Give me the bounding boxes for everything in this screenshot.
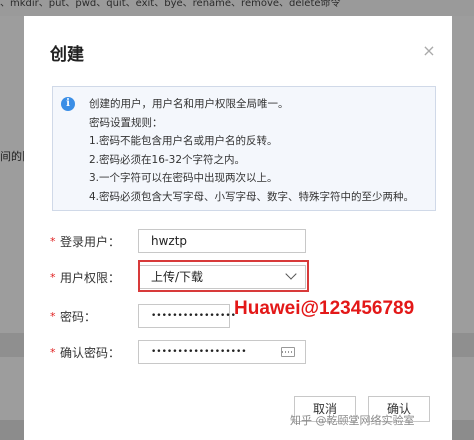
password-label: 密码： — [60, 310, 97, 324]
confirm-password-value: •••••••••••••••••• — [151, 347, 247, 357]
permission-highlight-box — [138, 260, 309, 292]
background-command-text: 、mkdir、put、pwd、quit、exit、bye、rename、remo… — [0, 0, 474, 16]
info-line: 创建的用户，用户名和用户权限全局唯一。 — [89, 98, 289, 110]
username-value: hwztp — [151, 234, 188, 248]
username-label: 登录用户： — [60, 235, 121, 249]
confirm-password-label: 确认密码： — [60, 346, 121, 360]
close-icon[interactable]: × — [422, 43, 436, 59]
dialog-title: 创建 — [50, 45, 84, 65]
background-left-panel — [0, 16, 24, 440]
info-icon: i — [61, 97, 75, 111]
confirm-password-input[interactable]: •••••••••••••••••• — [138, 340, 306, 364]
confirm-password-row: * 确认密码： •••••••••••••••••• — [24, 340, 452, 366]
create-user-dialog: 创建 × i 创建的用户，用户名和用户权限全局唯一。 密码设置规则： 1.密码不… — [24, 16, 452, 440]
username-row: * 登录用户： hwztp — [24, 229, 452, 255]
required-mark: * — [50, 346, 56, 359]
password-input[interactable]: •••••••••••••••• — [138, 304, 236, 328]
required-mark: * — [50, 235, 56, 248]
background-right-panel — [452, 16, 474, 440]
info-line: 3.一个字符可以在密码中出现两次以上。 — [89, 172, 278, 184]
required-mark: * — [50, 271, 56, 284]
info-line: 密码设置规则： — [89, 116, 163, 129]
password-rules-info-box: i 创建的用户，用户名和用户权限全局唯一。 密码设置规则： 1.密码不能包含用户… — [52, 86, 436, 211]
password-value: •••••••••••••••• — [151, 311, 236, 321]
permission-label: 用户权限： — [60, 271, 121, 285]
password-annotation-text: Huawei@123456789 — [234, 298, 415, 319]
info-lines: 创建的用户，用户名和用户权限全局唯一。 密码设置规则： 1.密码不能包含用户名或… — [89, 95, 414, 206]
info-line: 4.密码必须包含大写字母、小写字母、数字、特殊字符中的至少两种。 — [89, 190, 415, 203]
info-line: 2.密码必须在16-32个字符之内。 — [89, 153, 246, 166]
info-line: 1.密码不能包含用户名或用户名的反转。 — [89, 135, 278, 147]
username-input[interactable]: hwztp — [138, 229, 306, 253]
watermark-text: 知乎 @乾颐堂网络实验室 — [290, 414, 415, 427]
required-mark: * — [50, 310, 56, 323]
keyboard-icon[interactable] — [281, 347, 295, 357]
